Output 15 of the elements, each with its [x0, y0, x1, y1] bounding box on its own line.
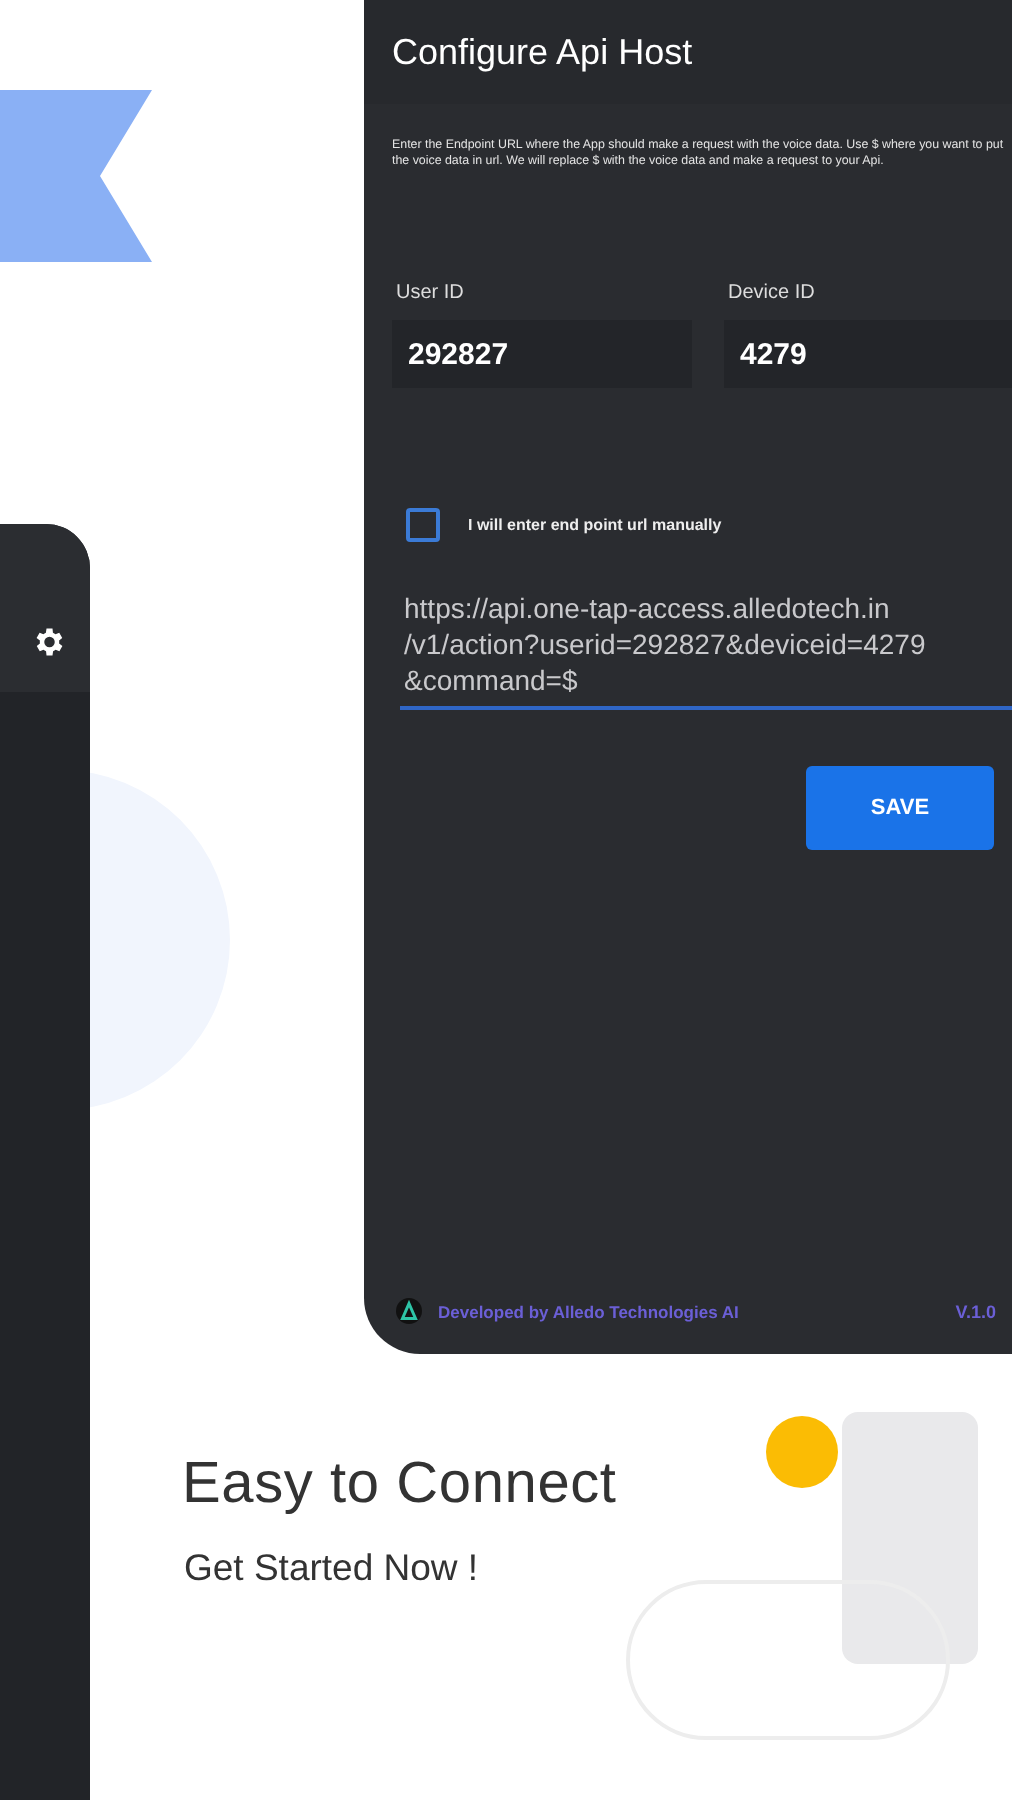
logo-icon: [396, 1298, 422, 1324]
decorative-dot: [766, 1416, 838, 1488]
promo-subheading: Get Started Now !: [182, 1546, 481, 1590]
promo-heading: Easy to Connect: [182, 1452, 617, 1518]
checkbox-label: I will enter end point url manually: [468, 516, 722, 534]
url-field[interactable]: https://api.one-tap-access.alledotech.in /v1/action?userid=292827&deviceid=4279 &command=$: [400, 590, 1012, 710]
save-button[interactable]: SAVE: [806, 766, 994, 850]
field-label: Device ID: [726, 282, 817, 304]
screen-title: Configure Api Host: [392, 31, 693, 73]
checkbox[interactable]: [406, 508, 440, 542]
input-field[interactable]: 4279: [724, 320, 1012, 388]
version-label: V.1.0: [955, 1301, 996, 1321]
field-label: User ID: [394, 282, 466, 304]
developer-credit: Developed by Alledo Technologies AI: [438, 1301, 741, 1321]
input-field[interactable]: 292827: [392, 320, 692, 388]
